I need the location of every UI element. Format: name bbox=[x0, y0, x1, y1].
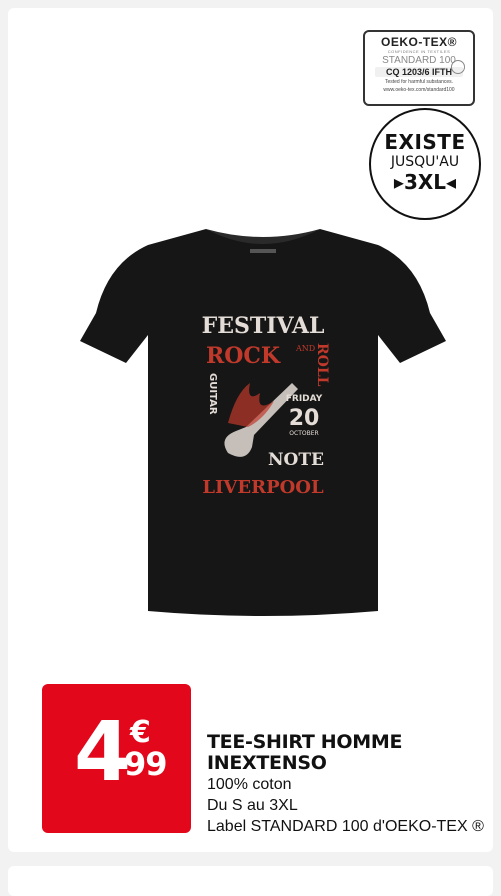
print-guitar: GUITAR bbox=[207, 373, 218, 415]
price-euros: 4 bbox=[74, 705, 131, 800]
oeko-url: www.oeko-tex.com/standard100 bbox=[383, 87, 455, 93]
print-day: 20 bbox=[289, 406, 320, 431]
oeko-tested: Tested for harmful substances. bbox=[384, 79, 454, 85]
oeko-code: CQ 1203/6 IFTH bbox=[375, 67, 463, 77]
product-title-line1: TEE-SHIRT HOMME bbox=[207, 731, 403, 753]
product-info: TEE-SHIRT HOMME INEXTENSO 100% coton Du … bbox=[207, 732, 484, 837]
product-title-line2: INEXTENSO bbox=[207, 752, 327, 774]
size-badge-line1: EXISTE bbox=[384, 130, 466, 154]
product-label: Label STANDARD 100 d'OEKO-TEX ® bbox=[207, 818, 484, 835]
oeko-tex-label: OEKO-TEX® CONFIDENCE IN TEXTILES STANDAR… bbox=[363, 30, 475, 106]
print-city: LIVERPOOL bbox=[202, 477, 324, 498]
tshirt-image: FESTIVAL ROCK AND ROLL GUITAR FRIDAY 20 … bbox=[80, 229, 446, 616]
tshirt-tag bbox=[250, 249, 276, 253]
oeko-brand: OEKO-TEX® bbox=[380, 35, 457, 49]
print-rock: ROCK bbox=[206, 343, 281, 369]
print-and: AND bbox=[295, 344, 315, 353]
size-badge: EXISTE JUSQU'AU ▸3XL◂ bbox=[369, 108, 481, 220]
globe-icon bbox=[451, 60, 465, 74]
print-month: OCTOBER bbox=[289, 430, 318, 437]
product-material: 100% coton bbox=[207, 776, 292, 793]
price-tag: 4 € 99 bbox=[42, 684, 191, 833]
print-roll: ROLL bbox=[314, 343, 330, 387]
price-currency: € bbox=[130, 715, 151, 750]
product-sizes: Du S au 3XL bbox=[207, 797, 298, 814]
print-festival: FESTIVAL bbox=[202, 313, 325, 339]
product-card: OEKO-TEX® CONFIDENCE IN TEXTILES STANDAR… bbox=[8, 8, 493, 852]
size-badge-line2: JUSQU'AU bbox=[390, 154, 460, 170]
oeko-confidence: CONFIDENCE IN TEXTILES bbox=[387, 49, 451, 54]
price-cents: 99 bbox=[124, 745, 168, 783]
size-badge-line3: ▸3XL◂ bbox=[393, 170, 457, 194]
print-note: NOTE bbox=[268, 450, 324, 470]
next-card bbox=[8, 866, 493, 896]
